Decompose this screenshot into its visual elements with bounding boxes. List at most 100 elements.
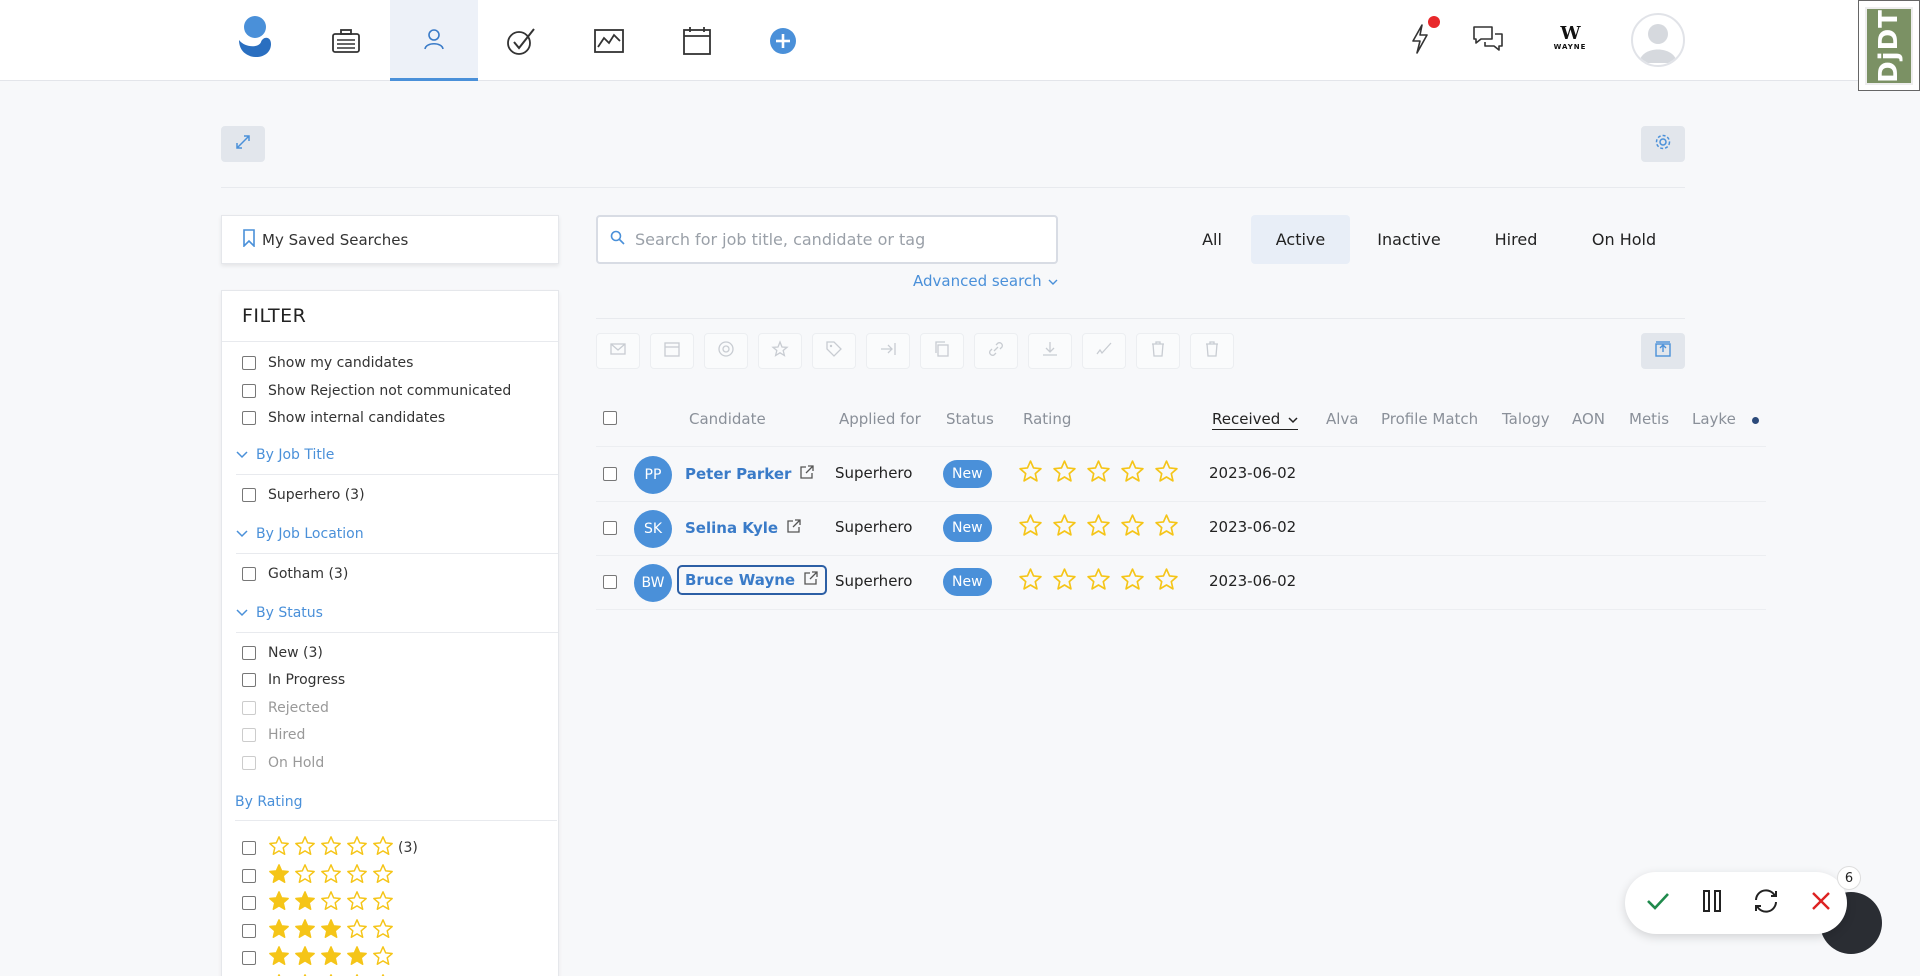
filter-job-title-superhero[interactable]: Superhero (3) <box>242 487 365 503</box>
filter-show-my-candidates[interactable]: Show my candidates <box>242 355 413 371</box>
trash-action-button[interactable] <box>1136 333 1180 369</box>
column-aon[interactable]: AON <box>1572 410 1605 428</box>
filter-job-location-gotham[interactable]: Gotham (3) <box>242 566 348 582</box>
filter-group-job-location[interactable]: By Job Location <box>236 526 364 542</box>
external-link-icon[interactable] <box>791 464 815 484</box>
rating-stars[interactable] <box>1018 459 1188 488</box>
tab-hired[interactable]: Hired <box>1469 215 1563 264</box>
confirm-button[interactable] <box>1641 886 1675 920</box>
company-logo[interactable]: W WAYNE <box>1540 20 1600 56</box>
settings-button[interactable] <box>1641 126 1685 162</box>
star-icon[interactable] <box>1120 513 1154 542</box>
target-action-button[interactable] <box>704 333 748 369</box>
nav-add[interactable] <box>739 0 827 81</box>
star-icon[interactable] <box>1018 567 1052 596</box>
more-columns-indicator[interactable] <box>1752 417 1759 424</box>
star-icon[interactable] <box>1018 459 1052 488</box>
checkbox[interactable] <box>242 567 256 581</box>
close-button[interactable] <box>1804 886 1838 920</box>
star-icon[interactable] <box>1052 459 1086 488</box>
filter-status-in-progress[interactable]: In Progress <box>242 672 345 688</box>
rating-stars[interactable] <box>1018 513 1188 542</box>
filter-rating-1[interactable] <box>242 863 398 889</box>
app-logo[interactable] <box>233 14 277 64</box>
messages-button[interactable] <box>1466 0 1510 81</box>
nav-calendar[interactable] <box>653 0 741 81</box>
checkbox[interactable] <box>242 646 256 660</box>
filter-show-internal-candidates[interactable]: Show internal candidates <box>242 410 445 426</box>
tab-on-hold[interactable]: On Hold <box>1576 215 1672 264</box>
filter-rating-4[interactable] <box>242 945 398 971</box>
calendar-action-button[interactable] <box>650 333 694 369</box>
filter-group-job-title[interactable]: By Job Title <box>236 447 334 463</box>
star-icon[interactable] <box>1154 567 1188 596</box>
download-action-button[interactable] <box>1028 333 1072 369</box>
checkbox[interactable] <box>242 896 256 910</box>
column-rating[interactable]: Rating <box>1023 410 1071 428</box>
filter-group-rating[interactable]: By Rating <box>235 794 302 810</box>
tag-action-button[interactable] <box>812 333 856 369</box>
star-action-button[interactable] <box>758 333 802 369</box>
table-row[interactable]: SK Selina Kyle Superhero New 2023-06-02 <box>596 501 1766 555</box>
candidate-name-link[interactable]: Selina Kyle <box>685 518 802 538</box>
copy-action-button[interactable] <box>920 333 964 369</box>
star-icon[interactable] <box>1086 567 1120 596</box>
table-row[interactable]: PP Peter Parker Superhero New 2023-06-02 <box>596 447 1766 501</box>
tab-all[interactable]: All <box>1180 215 1244 264</box>
move-action-button[interactable] <box>866 333 910 369</box>
checkbox[interactable] <box>242 488 256 502</box>
candidate-name-link[interactable]: Bruce Wayne <box>677 565 828 595</box>
column-candidate[interactable]: Candidate <box>689 410 766 428</box>
email-action-button[interactable] <box>596 333 640 369</box>
filter-rating-3[interactable] <box>242 918 398 944</box>
filter-show-rejection-not-communicated[interactable]: Show Rejection not communicated <box>242 383 511 399</box>
column-alva[interactable]: Alva <box>1326 410 1359 428</box>
expand-button[interactable] <box>221 126 265 162</box>
debug-toolbar-handle[interactable]: DjDT <box>1858 0 1920 91</box>
user-avatar[interactable] <box>1631 13 1685 67</box>
saved-searches-button[interactable]: My Saved Searches <box>221 215 559 264</box>
column-metis[interactable]: Metis <box>1629 410 1669 428</box>
column-received[interactable]: Received <box>1212 410 1299 430</box>
checkbox[interactable] <box>242 411 256 425</box>
row-checkbox[interactable] <box>603 467 617 481</box>
checkbox[interactable] <box>242 673 256 687</box>
filter-rating-2[interactable] <box>242 890 398 916</box>
filter-rating-5[interactable] <box>242 973 398 976</box>
tab-active[interactable]: Active <box>1251 215 1350 264</box>
checkbox[interactable] <box>242 923 256 938</box>
filter-status-new[interactable]: New (3) <box>242 645 323 661</box>
nav-jobs[interactable] <box>302 0 390 81</box>
link-action-button[interactable] <box>974 333 1018 369</box>
table-row[interactable]: BW Bruce Wayne Superhero New 2023-06-02 <box>596 555 1766 609</box>
export-button[interactable] <box>1641 333 1685 369</box>
star-icon[interactable] <box>1052 567 1086 596</box>
checkbox[interactable] <box>242 356 256 370</box>
star-icon[interactable] <box>1154 459 1188 488</box>
star-icon[interactable] <box>1154 513 1188 542</box>
search-input[interactable]: Search for job title, candidate or tag <box>596 215 1058 264</box>
activity-button[interactable] <box>1400 0 1440 81</box>
column-profile-match[interactable]: Profile Match <box>1381 410 1478 428</box>
external-link-icon[interactable] <box>778 518 802 538</box>
star-icon[interactable] <box>1086 513 1120 542</box>
column-status[interactable]: Status <box>946 410 994 428</box>
checkbox[interactable] <box>242 868 256 883</box>
trash-action-button[interactable] <box>1190 333 1234 369</box>
star-icon[interactable] <box>1120 567 1154 596</box>
column-talogy[interactable]: Talogy <box>1502 410 1550 428</box>
checkbox[interactable] <box>242 951 256 965</box>
pause-button[interactable] <box>1695 886 1729 920</box>
refresh-button[interactable] <box>1749 886 1783 920</box>
column-layke[interactable]: Layke <box>1692 410 1736 428</box>
row-checkbox[interactable] <box>603 521 617 535</box>
select-all-checkbox[interactable] <box>603 411 617 425</box>
star-icon[interactable] <box>1120 459 1154 488</box>
check-action-button[interactable] <box>1082 333 1126 369</box>
checkbox[interactable] <box>242 841 256 855</box>
star-icon[interactable] <box>1052 513 1086 542</box>
external-link-icon[interactable] <box>795 570 819 590</box>
nav-candidates[interactable] <box>390 0 478 81</box>
tab-inactive[interactable]: Inactive <box>1361 215 1457 264</box>
nav-tasks[interactable] <box>478 0 566 81</box>
